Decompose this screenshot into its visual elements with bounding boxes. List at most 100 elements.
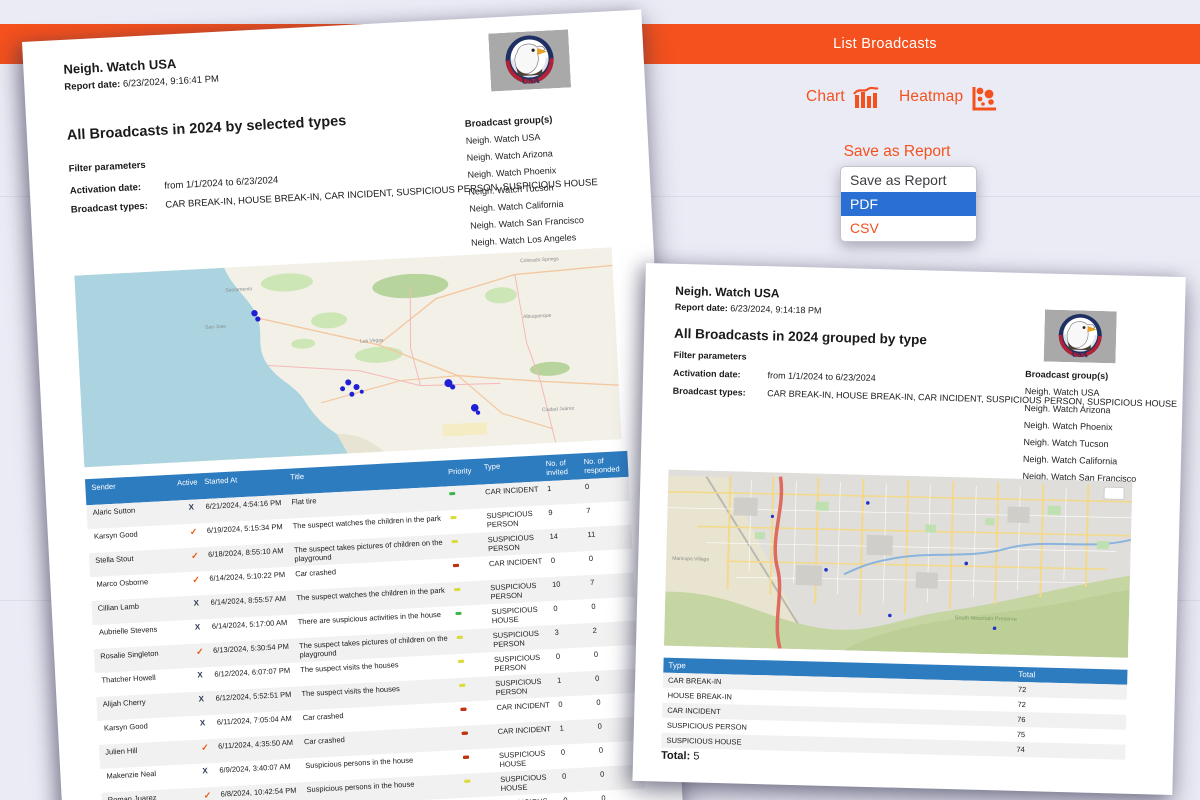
active-check-icon: ✓ — [191, 550, 199, 561]
grand-total-value: 5 — [693, 750, 699, 762]
active-check-icon: ✓ — [190, 526, 198, 537]
cell-priority — [450, 511, 486, 516]
cell-sender: Roman Juarez — [102, 791, 187, 800]
cell-invited: 14 — [549, 530, 587, 541]
save-as-report-trigger[interactable]: Save as Report — [844, 143, 951, 161]
activation-date-row: Activation date: from 1/1/2024 to 6/23/2… — [673, 368, 876, 383]
report-document-selected-types: Neigh. Watch USA Report date: 6/23/2024,… — [22, 10, 685, 800]
cell-sender: Julien Hill — [99, 743, 184, 756]
report-document-grouped-by-type: Neigh. Watch USA Report date: 6/23/2024,… — [632, 263, 1185, 795]
cell-active: ✓ — [186, 790, 220, 792]
cell-sender: Thatcher Howell — [95, 672, 180, 685]
priority-medium-icon — [459, 684, 465, 687]
cell-type: SUSPICIOUS HOUSE — [501, 796, 564, 800]
cell-sender: Cillian Lamb — [92, 600, 177, 613]
cell-started: 6/19/2024, 5:15:34 PM — [207, 522, 293, 535]
svg-text:USA: USA — [521, 75, 540, 86]
cell-started: 6/14/2024, 8:55:57 AM — [210, 593, 296, 606]
cell-sender: Karsyn Good — [88, 528, 173, 541]
cell-started: 6/14/2024, 5:17:00 AM — [212, 617, 298, 630]
cell-responded: 0 — [594, 648, 638, 659]
cell-sender: Karsyn Good — [98, 720, 183, 733]
priority-low-icon — [449, 492, 455, 495]
cell-type: SUSPICIOUS PERSON — [487, 532, 550, 553]
cell-responded: 7 — [586, 504, 630, 515]
cell-started: 6/13/2024, 5:30:54 PM — [213, 641, 299, 654]
priority-low-icon — [455, 612, 461, 615]
col-invited: No. of invited — [546, 457, 585, 477]
activation-date-row: Activation date: from 1/1/2024 to 6/23/2… — [70, 175, 279, 197]
cell-started: 6/21/2024, 4:54:16 PM — [205, 498, 291, 511]
priority-medium-icon — [452, 540, 458, 543]
cell-sender: Rosalie Singleton — [94, 648, 179, 661]
cell-sender: Alaric Sutton — [86, 504, 171, 517]
cell-active: X — [185, 766, 219, 768]
broadcast-groups-title: Broadcast group(s) — [465, 114, 553, 130]
cell-total: 76 — [1017, 715, 1117, 727]
report-date-label: Report date: — [675, 302, 728, 313]
cell-sender: Aubrielle Stevens — [93, 624, 178, 637]
cell-priority — [464, 775, 500, 780]
cell-total: 72 — [1017, 700, 1117, 712]
cell-invited: 1 — [547, 482, 585, 493]
active-x-icon: X — [197, 670, 203, 679]
cell-started: 6/12/2024, 6:07:07 PM — [214, 665, 300, 678]
cell-total: 72 — [1018, 685, 1118, 697]
priority-high-icon — [462, 732, 468, 735]
page-title: List Broadcasts — [833, 36, 937, 52]
cell-active: ✓ — [175, 574, 209, 576]
priority-medium-icon — [454, 588, 460, 591]
cell-started: 6/9/2024, 3:40:07 AM — [219, 761, 305, 774]
cell-sender: Marco Osborne — [90, 576, 175, 589]
tab-chart[interactable]: Chart — [806, 88, 845, 106]
cell-responded: 2 — [592, 624, 636, 635]
report-date-line: Report date: 6/23/2024, 9:16:41 PM — [64, 74, 219, 93]
cell-started: 6/8/2024, 10:42:54 PM — [220, 785, 306, 798]
cell-priority — [460, 703, 496, 708]
cell-type: SUSPICIOUS PERSON — [490, 580, 553, 601]
cell-active: X — [171, 502, 205, 504]
cell-type: SUSPICIOUS PERSON — [486, 508, 549, 529]
col-title: Title — [290, 464, 448, 481]
cell-priority — [455, 607, 491, 612]
cell-priority — [452, 535, 488, 540]
cell-responded: 11 — [587, 528, 631, 539]
heatmap-icon[interactable] — [970, 85, 998, 118]
col-sender: Sender — [85, 479, 170, 492]
cell-invited: 1 — [557, 674, 595, 685]
priority-medium-icon — [457, 636, 463, 639]
cell-type: CAR INCIDENT — [496, 700, 558, 712]
active-x-icon: X — [202, 766, 208, 775]
active-x-icon: X — [188, 503, 194, 512]
cell-sender: Stella Stout — [89, 552, 174, 565]
map-area-label: Maricopa Village — [672, 556, 709, 563]
broadcasts-map-southwest: Sacramento San Jose Las Vegas Albuquerqu… — [74, 247, 621, 467]
cell-active: X — [180, 670, 214, 672]
cell-type: CAR INCIDENT — [485, 484, 547, 496]
neighborhood-watch-logo: USA — [1044, 309, 1117, 363]
report-org-name: Neigh. Watch USA — [675, 284, 780, 301]
chart-icon[interactable] — [852, 85, 879, 117]
report-org-name: Neigh. Watch USA — [63, 56, 177, 77]
broadcast-types-label: Broadcast types: — [71, 200, 163, 216]
cell-started: 6/18/2024, 8:55:10 AM — [208, 545, 294, 558]
report-date-value: 6/23/2024, 9:16:41 PM — [123, 74, 220, 90]
col-responded: No. of responded — [583, 455, 628, 475]
col-priority: Priority — [448, 462, 485, 476]
save-option-save-as-report[interactable]: Save as Report — [841, 168, 976, 192]
cell-type: CAR INCIDENT — [489, 556, 551, 568]
col-started: Started At — [204, 473, 290, 486]
cell-invited: 0 — [562, 770, 600, 781]
cell-sender: Alijah Cherry — [97, 696, 182, 709]
save-option-pdf[interactable]: PDF — [841, 192, 976, 216]
active-x-icon: X — [195, 622, 201, 631]
cell-active: ✓ — [173, 526, 207, 528]
save-option-csv[interactable]: CSV — [841, 216, 976, 240]
tab-heatmap[interactable]: Heatmap — [899, 88, 963, 106]
activation-date-label: Activation date: — [70, 181, 162, 197]
cell-started: 6/11/2024, 4:35:50 AM — [218, 737, 304, 750]
filter-parameters-label: Filter parameters — [673, 350, 746, 362]
cell-priority — [462, 727, 498, 732]
cell-total: 75 — [1017, 730, 1117, 742]
active-check-icon: ✓ — [201, 742, 209, 753]
